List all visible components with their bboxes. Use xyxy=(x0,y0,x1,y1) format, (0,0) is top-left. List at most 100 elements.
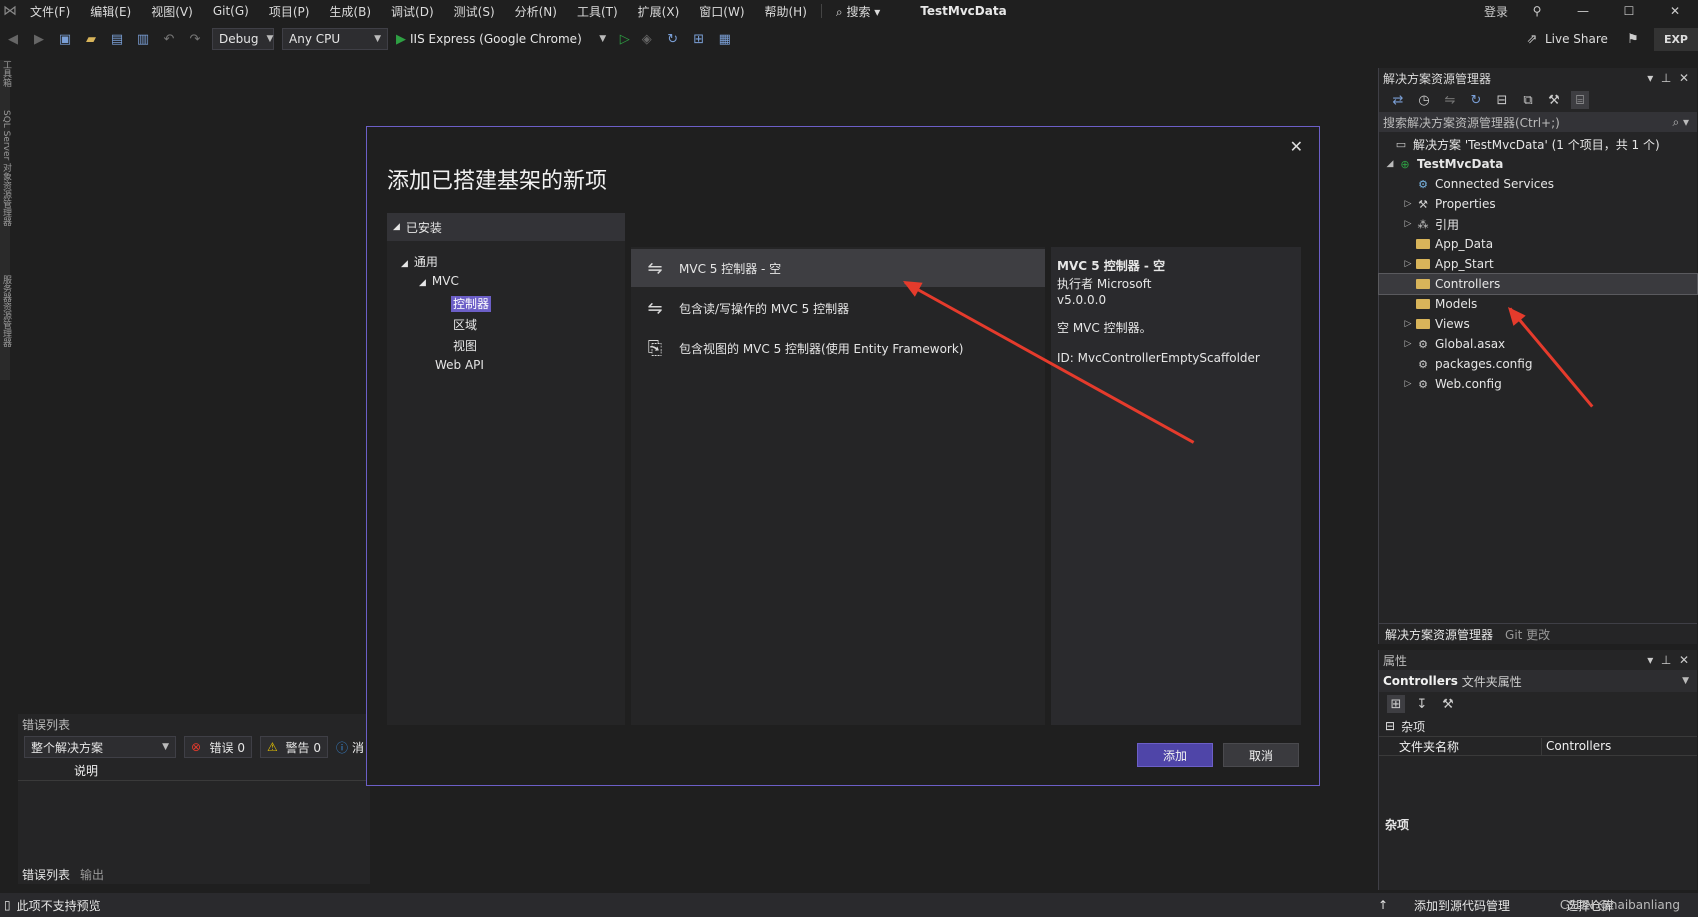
tree-item-views[interactable]: ▷ Views xyxy=(1379,314,1697,334)
dialog-close-button[interactable]: ✕ xyxy=(1290,137,1303,156)
layout-icon[interactable]: ▦ xyxy=(716,30,734,48)
redo-icon[interactable]: ↷ xyxy=(186,30,204,48)
feedback-icon[interactable]: ⚑ xyxy=(1624,30,1642,48)
history-icon[interactable]: ◷ xyxy=(1415,91,1433,109)
menu-git[interactable]: Git(G) xyxy=(203,4,259,18)
account-icon[interactable]: ⚲ xyxy=(1514,4,1560,18)
collapse-all-icon[interactable]: ⊟ xyxy=(1493,91,1511,109)
alphabetical-icon[interactable]: ↧ xyxy=(1413,695,1431,713)
property-row[interactable]: 文件夹名称 Controllers xyxy=(1379,736,1697,756)
tab-output[interactable]: 输出 xyxy=(74,866,110,883)
tab-solution-explorer[interactable]: 解决方案资源管理器 xyxy=(1379,626,1499,643)
template-mvc5-empty[interactable]: ⇋ MVC 5 控制器 - 空 xyxy=(631,249,1045,287)
error-scope-select[interactable]: 整个解决方案 ▼ xyxy=(24,736,176,758)
live-share-icon[interactable]: ⇗ xyxy=(1523,30,1541,48)
show-all-files-icon[interactable]: ⧉ xyxy=(1519,91,1537,109)
run-dropdown-icon[interactable]: ▼ xyxy=(594,30,612,48)
category-area[interactable]: 区域 xyxy=(453,316,477,333)
close-window-button[interactable]: ✕ xyxy=(1652,4,1698,18)
menu-tools[interactable]: 工具(T) xyxy=(567,3,628,20)
sql-server-tab[interactable]: SQL Server 对象资源管理器 xyxy=(0,110,13,226)
tree-item-app-start[interactable]: ▷ App_Start xyxy=(1379,254,1697,274)
maximize-button[interactable]: ☐ xyxy=(1606,4,1652,18)
server-explorer-tab[interactable]: 服务器资源管理器 xyxy=(0,275,13,347)
preview-icon[interactable]: ⌸ xyxy=(1571,91,1589,109)
tab-git-changes[interactable]: Git 更改 xyxy=(1499,626,1556,643)
panel-controls[interactable]: ▾ ⊥ ✕ xyxy=(1647,653,1689,667)
tree-item-label: App_Start xyxy=(1435,257,1494,271)
tree-item-packages-config[interactable]: ⚙ packages.config xyxy=(1379,354,1697,374)
cancel-button[interactable]: 取消 xyxy=(1223,743,1299,767)
template-mvc5-readwrite[interactable]: ⇋ 包含读/写操作的 MVC 5 控制器 xyxy=(631,289,1045,327)
se-search-input[interactable]: 搜索解决方案资源管理器(Ctrl+;) ⌕ ▾ xyxy=(1379,112,1697,132)
live-share-button[interactable]: Live Share xyxy=(1545,32,1608,46)
sync-icon[interactable]: ⇄ xyxy=(1389,91,1407,109)
save-all-icon[interactable]: ▥ xyxy=(134,30,152,48)
refresh-icon[interactable]: ↻ xyxy=(664,30,682,48)
hot-reload-icon[interactable]: ◈ xyxy=(638,30,656,48)
add-source-control-button[interactable]: 添加到源代码管理 xyxy=(1414,897,1510,914)
tab-error-list[interactable]: 错误列表 xyxy=(18,866,74,883)
menu-test[interactable]: 测试(S) xyxy=(444,3,505,20)
tree-item-models[interactable]: Models xyxy=(1379,294,1697,314)
controller-template-icon: ⇋ xyxy=(647,257,663,279)
menu-window[interactable]: 窗口(W) xyxy=(689,3,754,20)
tree-item-connected-services[interactable]: ⚙ Connected Services xyxy=(1379,174,1697,194)
pending-changes-icon[interactable]: ⇋ xyxy=(1441,91,1459,109)
open-folder-icon[interactable]: ▰ xyxy=(82,30,100,48)
menu-search[interactable]: ⌕ 搜索 ▾ xyxy=(826,3,890,20)
messages-filter[interactable]: 消 xyxy=(352,739,364,756)
tree-item-app-data[interactable]: App_Data xyxy=(1379,234,1697,254)
toolbox-tab[interactable]: 工具箱 xyxy=(0,60,13,87)
new-project-icon[interactable]: ▣ xyxy=(56,30,74,48)
menu-help[interactable]: 帮助(H) xyxy=(755,3,817,20)
menu-analyze[interactable]: 分析(N) xyxy=(505,3,567,20)
add-button[interactable]: 添加 xyxy=(1137,743,1213,767)
info-icon[interactable]: ⓘ xyxy=(336,739,348,756)
start-without-debug-icon[interactable]: ▷ xyxy=(620,32,630,47)
category-view[interactable]: 视图 xyxy=(453,337,477,354)
menu-view[interactable]: 视图(V) xyxy=(141,3,203,20)
run-icon[interactable]: ▶ xyxy=(396,32,406,47)
warnings-filter[interactable]: ⚠ 警告 0 xyxy=(260,736,328,758)
tree-item-web-config[interactable]: ▷ ⚙ Web.config xyxy=(1379,374,1697,394)
tree-item-properties[interactable]: ▷ ⚒ Properties xyxy=(1379,194,1697,214)
panel-controls[interactable]: ▾ ⊥ ✕ xyxy=(1647,71,1689,85)
installed-header[interactable]: ◢ 已安装 xyxy=(387,213,625,241)
menu-build[interactable]: 生成(B) xyxy=(319,3,381,20)
menu-file[interactable]: 文件(F) xyxy=(20,3,80,20)
category-general[interactable]: ◢ 通用 xyxy=(401,253,438,270)
menu-extensions[interactable]: 扩展(X) xyxy=(628,3,690,20)
menu-project[interactable]: 项目(P) xyxy=(259,3,320,20)
login-link[interactable]: 登录 xyxy=(1478,3,1514,20)
category-controller[interactable]: 控制器 xyxy=(451,295,492,312)
tree-item-controllers[interactable]: Controllers xyxy=(1378,273,1698,295)
back-icon[interactable]: ◀ xyxy=(4,30,22,48)
forward-icon[interactable]: ▶ xyxy=(30,30,48,48)
refresh-icon[interactable]: ↻ xyxy=(1467,91,1485,109)
platform-select[interactable]: Any CPU ▼ xyxy=(282,28,388,50)
wrench-icon: ⚒ xyxy=(1418,197,1428,211)
exp-badge[interactable]: EXP xyxy=(1653,27,1698,51)
template-mvc5-ef-views[interactable]: ⎘ 包含视图的 MVC 5 控制器(使用 Entity Framework) xyxy=(631,329,1045,367)
browser-link-icon[interactable]: ⊞ xyxy=(690,30,708,48)
properties-icon[interactable]: ⚒ xyxy=(1545,91,1563,109)
tree-solution[interactable]: ▭ 解决方案 'TestMvcData' (1 个项目，共 1 个) xyxy=(1379,134,1697,154)
menu-debug[interactable]: 调试(D) xyxy=(381,3,444,20)
undo-icon[interactable]: ↶ xyxy=(160,30,178,48)
tree-project[interactable]: ◢ ⊕ TestMvcData xyxy=(1379,154,1697,174)
save-icon[interactable]: ▤ xyxy=(108,30,126,48)
properties-object-select[interactable]: Controllers 文件夹属性 ▼ xyxy=(1379,670,1697,692)
run-target-button[interactable]: IIS Express (Google Chrome) xyxy=(410,32,582,46)
tree-item-references[interactable]: ▷ ⁂ 引用 xyxy=(1379,214,1697,234)
errors-filter[interactable]: ⊗ 错误 0 xyxy=(184,736,252,758)
property-pages-icon[interactable]: ⚒ xyxy=(1439,695,1457,713)
config-select[interactable]: Debug ▼ xyxy=(212,28,274,50)
column-description[interactable]: 说明 xyxy=(74,762,98,779)
category-webapi[interactable]: Web API xyxy=(435,358,484,372)
properties-category[interactable]: ⊟ 杂项 xyxy=(1379,716,1697,736)
minimize-button[interactable]: — xyxy=(1560,4,1606,18)
menu-edit[interactable]: 编辑(E) xyxy=(80,3,141,20)
categorized-icon[interactable]: ⊞ xyxy=(1387,695,1405,713)
category-mvc[interactable]: ◢ MVC xyxy=(419,274,459,288)
